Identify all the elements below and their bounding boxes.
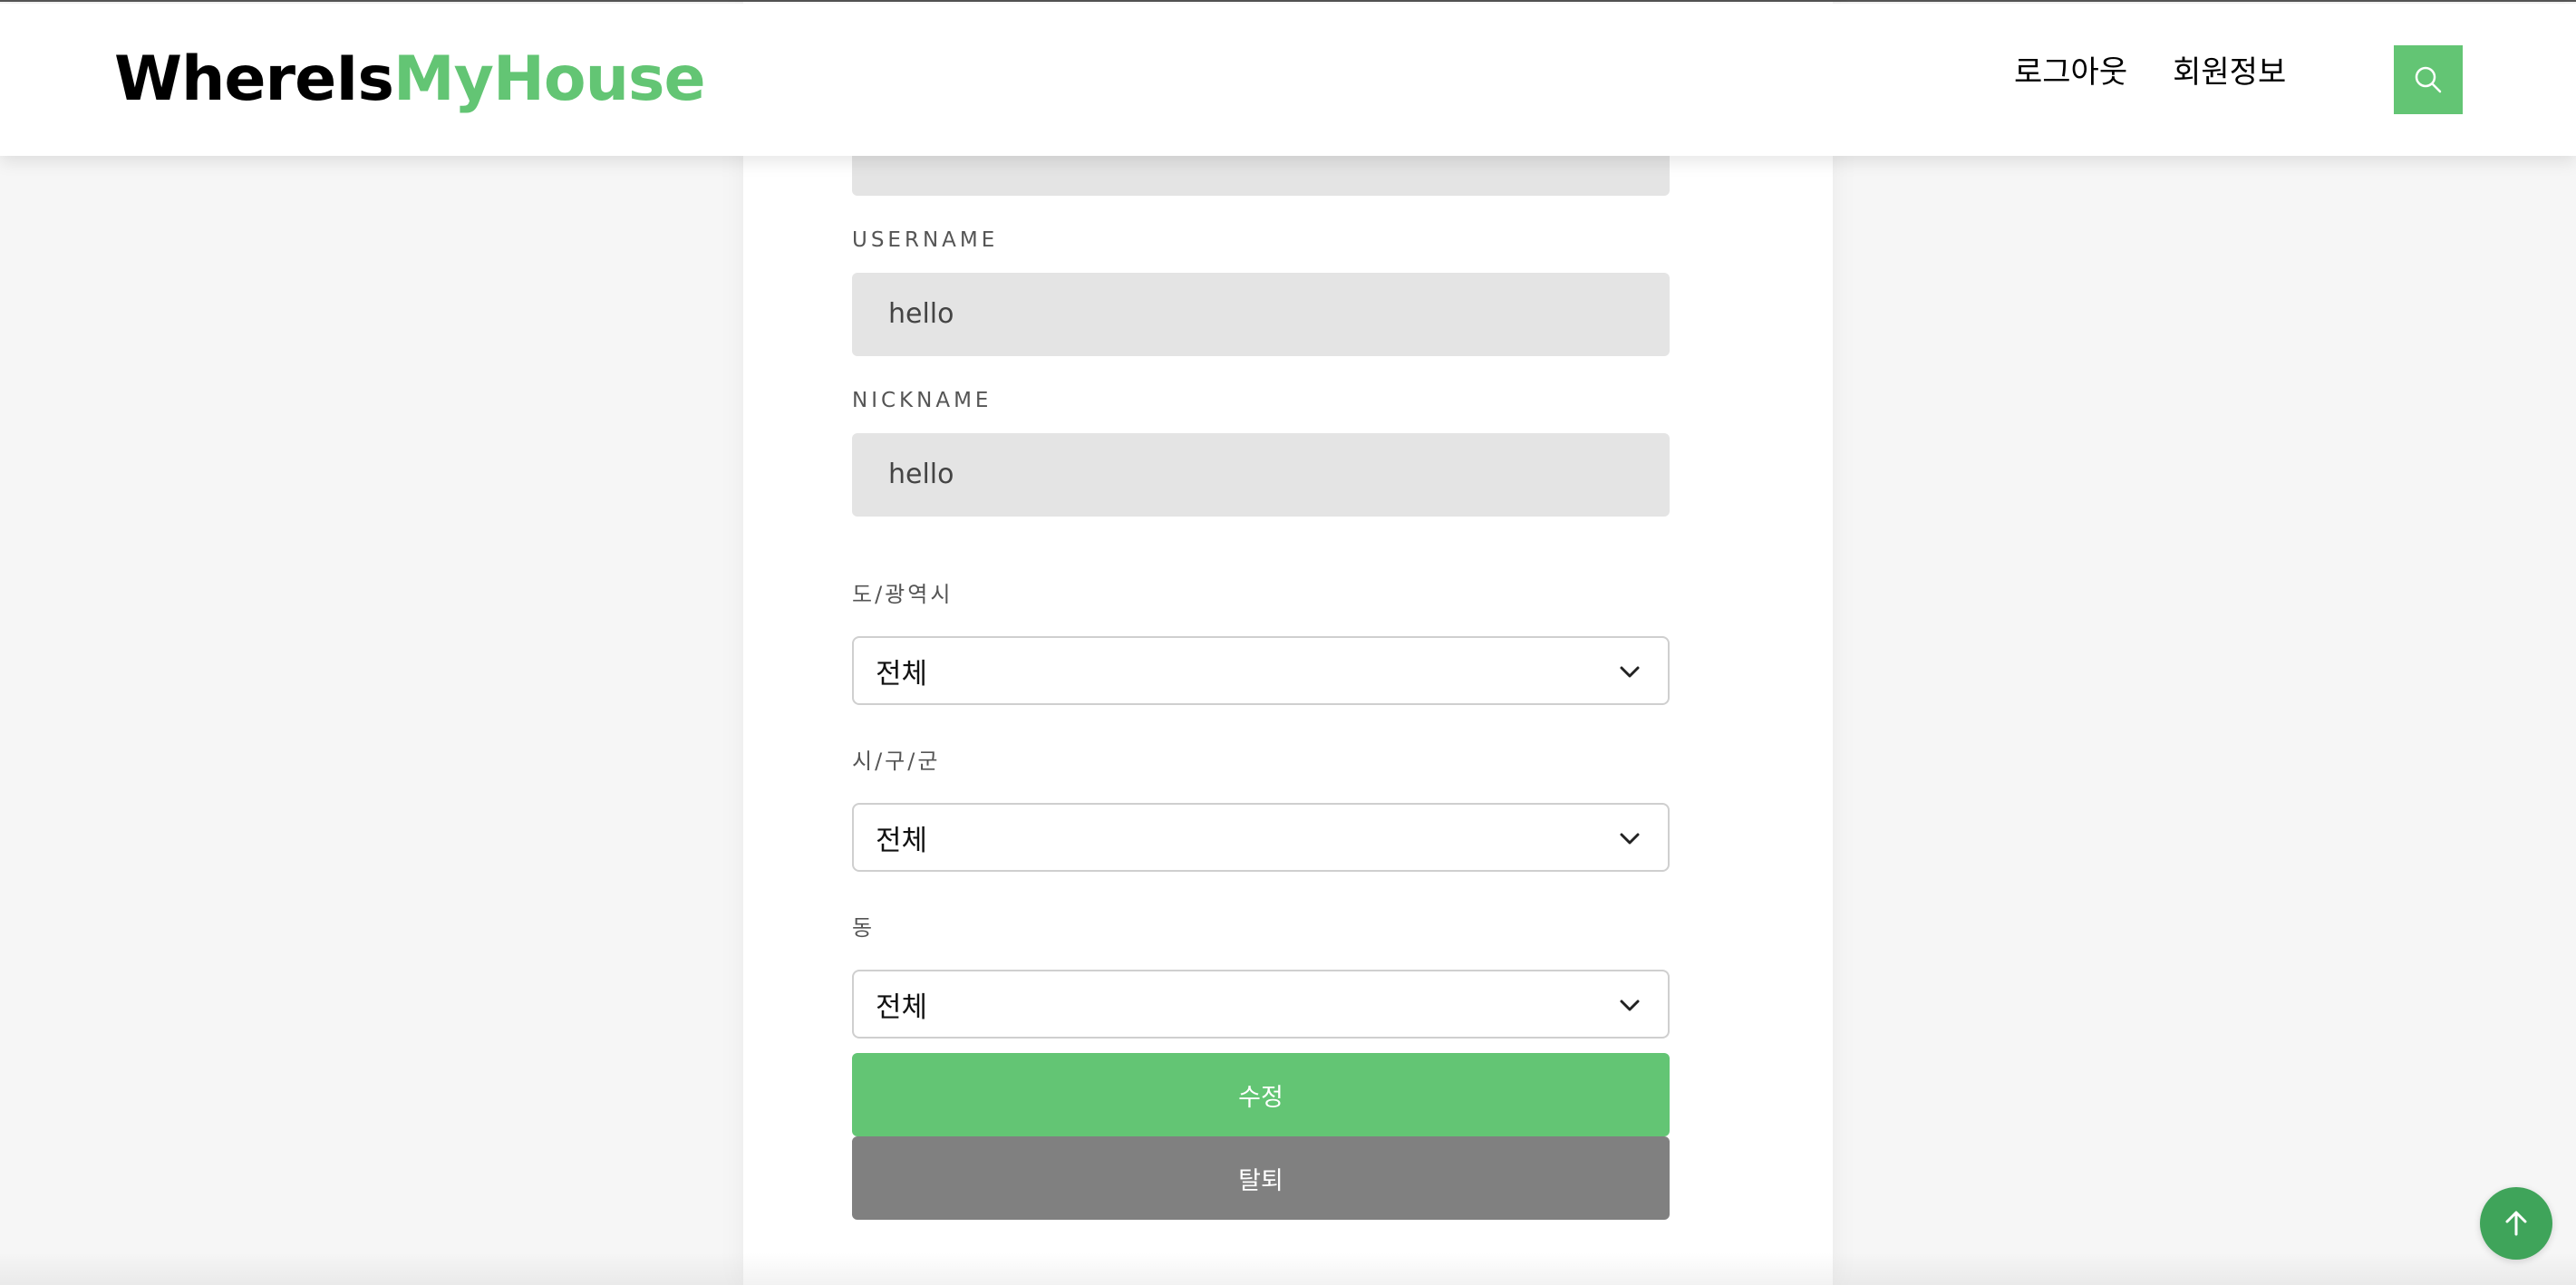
nickname-field[interactable]: hello [852,433,1670,517]
chevron-down-icon [1620,666,1640,678]
scroll-to-top-button[interactable] [2480,1187,2552,1260]
nickname-label: NICKNAME [852,389,993,412]
site-header: WhereIsMyHouse 로그아웃 회원정보 [0,4,2576,156]
dong-select[interactable]: 전체 [852,970,1670,1039]
logo-text-whereis: WhereIs [114,43,394,115]
sido-label: 도/광역시 [852,582,954,607]
withdraw-button[interactable]: 탈퇴 [852,1136,1670,1220]
chevron-down-icon [1620,833,1640,845]
update-button-label: 수정 [1238,1083,1283,1112]
chevron-down-icon [1620,1000,1640,1011]
gugun-select[interactable]: 전체 [852,803,1670,872]
search-icon [2415,66,2442,93]
username-field[interactable]: hello [852,273,1670,356]
top-nav: 로그아웃 회원정보 [2014,51,2286,94]
dong-selected-value: 전체 [876,990,928,1024]
username-label: USERNAME [852,228,999,252]
arrow-up-icon [2505,1211,2527,1236]
member-info-link[interactable]: 회원정보 [2173,51,2286,94]
gugun-label: 시/구/군 [852,749,941,774]
withdraw-button-label: 탈퇴 [1238,1166,1283,1195]
search-button[interactable] [2394,45,2463,114]
sido-selected-value: 전체 [876,657,928,691]
site-logo[interactable]: WhereIsMyHouse [114,43,706,116]
logout-link[interactable]: 로그아웃 [2014,51,2127,94]
profile-card: USERNAME hello NICKNAME hello 도/광역시 전체 시… [743,2,1833,1285]
dong-label: 동 [852,915,876,941]
sido-select[interactable]: 전체 [852,636,1670,705]
gugun-selected-value: 전체 [876,824,928,857]
logo-text-myhouse: MyHouse [392,43,706,115]
nickname-value: hello [888,459,954,490]
username-value: hello [888,298,954,330]
update-button[interactable]: 수정 [852,1053,1670,1136]
